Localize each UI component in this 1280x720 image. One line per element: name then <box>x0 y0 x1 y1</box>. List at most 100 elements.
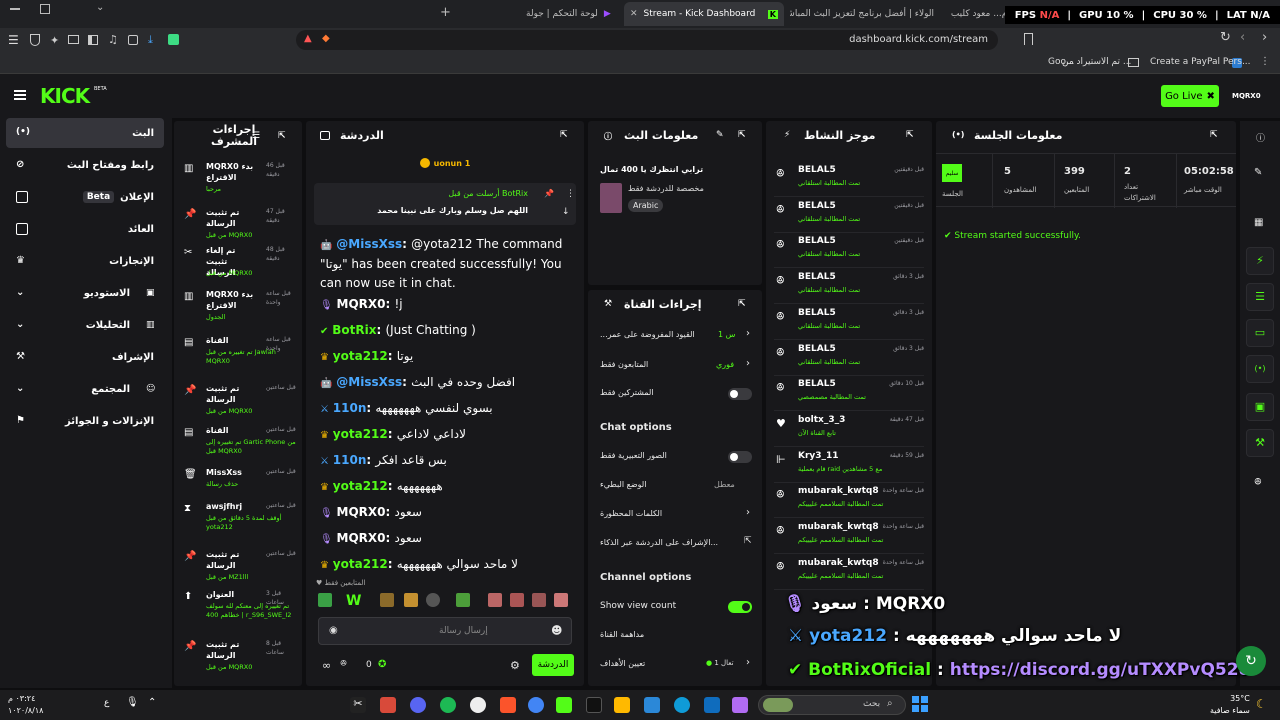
chat-send-button[interactable]: الدردشة <box>532 654 574 676</box>
chat-username[interactable]: yota212 <box>333 479 388 493</box>
edit-icon[interactable]: ✎ <box>1254 167 1262 178</box>
sidebar-item-analytics[interactable]: ▥ التحليلات ⌄ <box>6 310 164 340</box>
emote-w[interactable]: W <box>346 593 366 613</box>
forward-icon[interactable]: › <box>1262 30 1267 45</box>
bookmarks-more-icon[interactable]: ⋮ <box>1260 56 1270 67</box>
expand-icon[interactable]: ⇱ <box>1210 130 1218 140</box>
windows-start-icon[interactable] <box>912 696 928 712</box>
taskbar-app-obs-icon[interactable] <box>380 697 396 713</box>
taskbar-app-explorer-icon[interactable] <box>614 697 630 713</box>
activity-rail-button[interactable]: ⚡ <box>1246 247 1274 275</box>
sidebar-item-drops[interactable]: الإنزالات و الجوائز ⚑ <box>6 406 164 436</box>
url-text[interactable]: dashboard.kick.com/stream <box>849 34 988 45</box>
pin-icon[interactable]: 📌 <box>544 189 554 198</box>
back-icon[interactable]: ‹ <box>1240 30 1245 45</box>
bookmark-google[interactable]: Goo... <box>1048 57 1074 67</box>
filter-icon[interactable]: ☰ <box>252 131 260 141</box>
tray-chevron-icon[interactable]: ⌃ <box>148 697 156 708</box>
taskbar-search[interactable]: بحث ⌕ <box>758 695 906 715</box>
chat-message[interactable]: ♛ yota212: لا ماحد سوالي هههههههه <box>320 555 572 575</box>
chat-username[interactable]: MQRX0 <box>337 505 386 519</box>
activity-user[interactable]: BELAL5 <box>798 165 836 175</box>
emote-person3[interactable] <box>532 593 546 607</box>
goals-value[interactable]: ● تعال 1 <box>706 659 734 667</box>
raid-channel-label[interactable]: مداهمة القناة <box>600 630 644 639</box>
emote-person1[interactable] <box>488 593 502 607</box>
slow-mode-value[interactable]: معطل <box>714 480 735 489</box>
tools-rail-button[interactable]: ⚒ <box>1246 429 1274 457</box>
activity-user[interactable]: mubarak_kwtq8 <box>798 522 879 532</box>
chat-username[interactable]: 110n <box>333 401 367 415</box>
sidebar-item-studio[interactable]: ▣ الاستوديو ⌄ <box>6 278 164 308</box>
download-icon[interactable]: ⤓ <box>148 33 153 47</box>
reload-icon[interactable]: ↻ <box>1220 30 1231 45</box>
bookmark-icon[interactable] <box>1024 33 1033 45</box>
taskbar-app-discord-icon[interactable] <box>410 697 426 713</box>
followers-only-value[interactable]: فوري <box>716 360 734 369</box>
broadcast-rail-button[interactable]: (•) <box>1246 355 1274 383</box>
note-icon[interactable] <box>128 35 138 45</box>
shield-icon[interactable] <box>30 34 40 46</box>
sidebar-icon[interactable] <box>88 35 98 45</box>
users-icon[interactable]: ꔮ <box>1254 477 1262 488</box>
chat-message[interactable]: 🎙 MQRX0: !j <box>320 295 572 315</box>
activity-user[interactable]: BELAL5 <box>798 308 836 318</box>
brave-shield-icon[interactable]: ◆ <box>322 33 330 44</box>
bookmark-paypal[interactable]: Create a PayPal Pers... <box>1150 57 1251 67</box>
chat-message[interactable]: 🤖 @MissXss: افضل وحده في البث <box>320 373 572 393</box>
taskbar-app-kick-icon[interactable] <box>556 697 572 713</box>
more-icon[interactable]: ⋮ <box>566 189 575 199</box>
weather-widget[interactable]: 35°C سماء صافية <box>1210 693 1250 717</box>
edit-icon[interactable]: ✎ <box>716 130 724 140</box>
show-view-count-toggle[interactable] <box>728 601 752 613</box>
settings-icon[interactable]: ⚙ <box>510 659 520 672</box>
chat-username[interactable]: yota212 <box>333 557 388 571</box>
users-icon[interactable]: ꔮ <box>340 659 347 669</box>
kick-logo[interactable]: KICK <box>40 84 90 108</box>
taskbar-app-tiktok-icon[interactable] <box>586 697 602 713</box>
tab-kick-dashboard[interactable]: ✕ Stream - Kick Dashboard K <box>624 2 784 26</box>
tab-loyalty[interactable]: الولاء | أفضل برنامج لتعزيز البث المباشر <box>790 2 940 26</box>
activity-user[interactable]: boltx_3_3 <box>798 415 845 425</box>
taskbar-app-outlook-icon[interactable] <box>704 697 720 713</box>
chevron-down-icon[interactable]: ↓ <box>562 207 570 217</box>
sidebar-item-stream-key[interactable]: رابط ومفتاح البث ⊘ <box>6 150 164 180</box>
sidebar-item-achievements[interactable]: الإنجازات ♛ <box>6 246 164 276</box>
expand-icon[interactable]: ⇱ <box>738 299 746 309</box>
chat-username[interactable]: yota212 <box>333 349 388 363</box>
emote-person4[interactable] <box>554 593 568 607</box>
chevron-right-icon[interactable]: › <box>746 358 750 369</box>
adblock-icon[interactable]: ▲ <box>304 33 312 44</box>
info-icon[interactable]: ⓘ <box>1256 131 1265 144</box>
expand-icon[interactable]: ⇱ <box>906 130 914 140</box>
activity-user[interactable]: mubarak_kwtq8 <box>798 558 879 568</box>
emote-only-toggle[interactable] <box>728 451 752 463</box>
taskbar-app-edge-icon[interactable] <box>674 697 690 713</box>
emote-frog[interactable] <box>456 593 470 607</box>
chat-username[interactable]: @MissXss <box>336 375 402 389</box>
sidebar-item-moderation[interactable]: الإشراف ⚒ <box>6 342 164 372</box>
chat-message[interactable]: 🎙 MQRX0: سعود <box>320 503 572 523</box>
subscribers-only-toggle[interactable] <box>728 388 752 400</box>
chat-username[interactable]: 110n <box>333 453 367 467</box>
taskbar-app-brave-icon[interactable] <box>500 697 516 713</box>
puzzle-icon[interactable]: ✦ <box>50 34 59 47</box>
emoji-icon[interactable]: ☻ <box>551 624 562 637</box>
chat-message[interactable]: ⚔ 110n: بس قاعد افكر <box>320 451 572 471</box>
minimize-icon[interactable] <box>10 8 20 10</box>
expand-icon[interactable]: ⇱ <box>278 131 286 141</box>
chat-rail-button[interactable]: ▭ <box>1246 319 1274 347</box>
hamburger-icon[interactable] <box>14 90 26 100</box>
sidebar-item-ads[interactable]: Beta الإعلان <box>6 182 164 212</box>
emote-ghost[interactable] <box>426 593 440 607</box>
activity-user[interactable]: BELAL5 <box>798 379 836 389</box>
taskbar-app-capcut-icon[interactable]: ✂ <box>350 697 366 713</box>
sidebar-item-stream[interactable]: البث (•) <box>6 118 164 148</box>
activity-user[interactable]: Kry3_11 <box>798 451 839 461</box>
activity-user[interactable]: BELAL5 <box>798 272 836 282</box>
chat-message[interactable]: ♛ yota212: لاداعي لاداعي <box>320 425 572 445</box>
chat-message[interactable]: 🤖 @MissXss: @yota212 The command "يوتا" … <box>320 235 572 293</box>
chat-message[interactable]: ✔ BotRix: (Just Chatting ) <box>320 321 572 341</box>
taskbar-app-photos-icon[interactable] <box>644 697 660 713</box>
address-bar[interactable]: ▲ ◆ dashboard.kick.com/stream <box>296 30 998 50</box>
